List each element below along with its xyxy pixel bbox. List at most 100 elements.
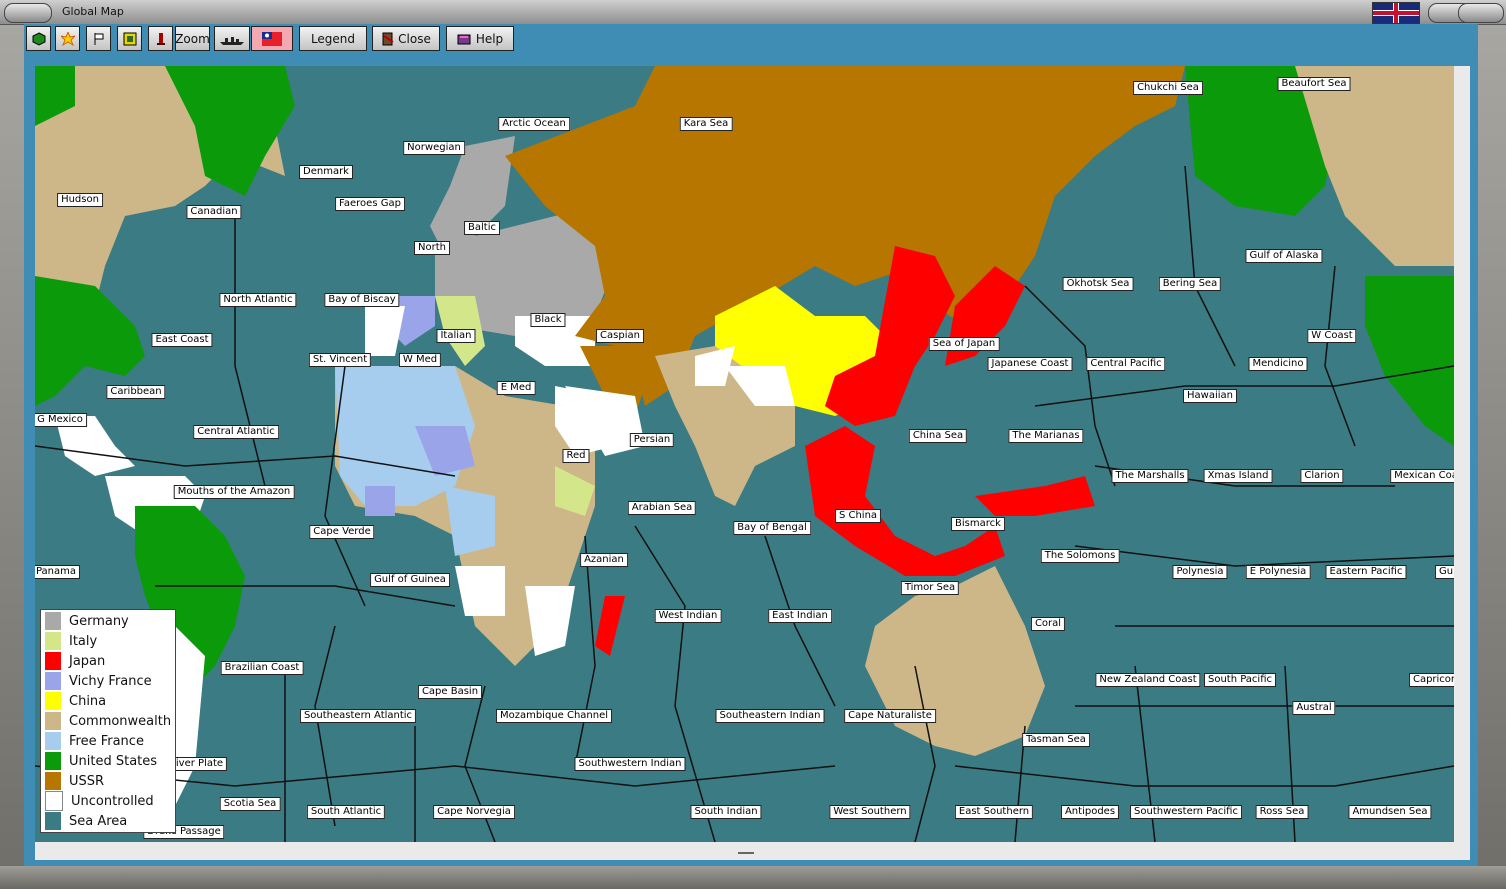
map-view-button[interactable] (117, 26, 142, 51)
sea-area-label[interactable]: The Marshalls (1111, 469, 1189, 483)
sea-area-label[interactable]: Cape Naturaliste (844, 709, 936, 723)
sea-area-label[interactable]: Gu (1434, 565, 1454, 579)
sea-area-label[interactable]: West Indian (654, 609, 722, 623)
sea-area-label[interactable]: Hawaiian (1183, 389, 1237, 403)
sea-area-label[interactable]: Mozambique Channel (495, 709, 613, 723)
sea-area-label[interactable]: Caribbean (106, 385, 166, 399)
sea-area-label[interactable]: Okhotsk Sea (1062, 277, 1134, 291)
sea-area-label[interactable]: Brazilian Coast (220, 661, 304, 675)
sea-area-label[interactable]: Hudson (57, 193, 103, 207)
sea-area-label[interactable]: Bay of Biscay (324, 293, 400, 307)
sea-area-label[interactable]: Cape Verde (309, 525, 375, 539)
sea-area-label[interactable]: Italian (436, 329, 476, 343)
sea-area-label[interactable]: Canadian (186, 205, 242, 219)
sea-area-label[interactable]: Ross Sea (1255, 805, 1309, 819)
legend-swatch (45, 632, 61, 650)
sea-area-label[interactable]: Panama (35, 565, 81, 579)
sea-area-label[interactable]: Bay of Bengal (733, 521, 811, 535)
legend-label: Italy (69, 633, 98, 649)
sea-area-label[interactable]: Mouths of the Amazon (173, 485, 295, 499)
sea-area-label[interactable]: St. Vincent (308, 353, 372, 367)
sea-area-label[interactable]: Cape Norvegia (433, 805, 515, 819)
sea-area-label[interactable]: Tasman Sea (1022, 733, 1090, 747)
legend-button[interactable]: Legend (299, 26, 367, 51)
sea-area-label[interactable]: Arctic Ocean (498, 117, 570, 131)
nation-flag-button[interactable] (251, 26, 293, 51)
sea-area-label[interactable]: Coral (1030, 617, 1066, 631)
sea-area-label[interactable]: S China (834, 509, 882, 523)
sea-area-label[interactable]: South Atlantic (306, 805, 386, 819)
sea-area-label[interactable]: Amundsen Sea (1348, 805, 1432, 819)
sea-area-label[interactable]: Central Pacific (1086, 357, 1166, 371)
sea-area-label[interactable]: Mexican Coa (1390, 469, 1454, 483)
sea-area-label[interactable]: Central Atlantic (193, 425, 279, 439)
sea-area-label[interactable]: Polynesia (1172, 565, 1228, 579)
sea-area-label[interactable]: The Solomons (1040, 549, 1120, 563)
sea-area-label[interactable]: China Sea (908, 429, 968, 443)
sea-area-label[interactable]: Arabian Sea (627, 501, 697, 515)
sea-area-label[interactable]: E Polynesia (1245, 565, 1311, 579)
sea-area-label[interactable]: East Coast (151, 333, 213, 347)
sea-area-label[interactable]: Sea of Japan (928, 337, 1000, 351)
sea-area-label[interactable]: Scotia Sea (219, 797, 281, 811)
sea-area-label[interactable]: Kara Sea (679, 117, 733, 131)
sea-area-label[interactable]: E Med (496, 381, 536, 395)
sea-area-label[interactable]: Southwestern Pacific (1130, 805, 1242, 819)
sea-area-label[interactable]: W Med (398, 353, 442, 367)
sea-area-label[interactable]: East Southern (954, 805, 1034, 819)
sea-area-label[interactable]: Eastern Pacific (1325, 565, 1407, 579)
sea-area-label[interactable]: G Mexico (35, 413, 87, 427)
sea-area-label[interactable]: East Indian (768, 609, 832, 623)
hex-button[interactable] (26, 26, 51, 51)
zoom-button[interactable]: Zoom (175, 26, 210, 51)
sea-area-label[interactable]: Caspian (596, 329, 644, 343)
sea-area-label[interactable]: Timor Sea (900, 581, 960, 595)
sea-area-label[interactable]: Austral (1292, 701, 1336, 715)
sea-area-label[interactable]: Southeastern Indian (715, 709, 825, 723)
sea-area-label[interactable]: Bering Sea (1158, 277, 1222, 291)
window-close-button[interactable] (1458, 3, 1504, 23)
sea-area-label[interactable]: Clarion (1300, 469, 1344, 483)
help-button[interactable]: Help (446, 26, 514, 51)
sea-area-label[interactable]: Baltic (464, 221, 500, 235)
sea-area-label[interactable]: Azanian (580, 553, 628, 567)
sea-area-label[interactable]: North Atlantic (219, 293, 297, 307)
sea-area-label[interactable]: Gulf of Guinea (370, 573, 450, 587)
sea-area-label[interactable]: Antipodes (1060, 805, 1120, 819)
sea-area-label[interactable]: Capricor (1408, 673, 1454, 687)
sea-area-label[interactable]: Beaufort Sea (1277, 77, 1351, 91)
sea-area-label[interactable]: Gulf of Alaska (1245, 249, 1323, 263)
sea-area-label[interactable]: Persian (629, 433, 675, 447)
fleet-button[interactable] (214, 26, 250, 51)
sea-area-label[interactable]: Mendicino (1248, 357, 1308, 371)
sea-area-label[interactable]: West Southern (829, 805, 911, 819)
flag-button[interactable] (86, 26, 111, 51)
sea-area-label[interactable]: Red (562, 449, 590, 463)
sea-area-label[interactable]: Bismarck (951, 517, 1005, 531)
vertical-scrollbar[interactable] (1454, 66, 1470, 842)
sea-area-label[interactable]: North (414, 241, 450, 255)
sea-area-label[interactable]: Black (530, 313, 566, 327)
close-button[interactable]: Close (372, 26, 440, 51)
sea-area-label[interactable]: W Coast (1307, 329, 1357, 343)
horizontal-scrollbar[interactable] (35, 842, 1470, 860)
sea-area-label[interactable]: South Indian (690, 805, 762, 819)
unit-button[interactable] (148, 26, 173, 51)
sea-area-label[interactable]: Japanese Coast (987, 357, 1073, 371)
explosion-button[interactable] (55, 26, 80, 51)
global-map[interactable]: Arctic Ocean Kara Sea Chukchi Sea Beaufo… (35, 66, 1454, 842)
sea-area-label[interactable]: South Pacific (1203, 673, 1277, 687)
sea-area-label[interactable]: The Marianas (1008, 429, 1084, 443)
sea-area-label[interactable]: Southwestern Indian (574, 757, 686, 771)
sea-area-label[interactable]: Southeastern Atlantic (299, 709, 417, 723)
bottom-frame (0, 866, 1506, 889)
resize-grip-icon[interactable] (738, 852, 754, 854)
sea-area-label[interactable]: Denmark (299, 165, 353, 179)
sea-area-label[interactable]: Cape Basin (417, 685, 483, 699)
sea-area-label[interactable]: Faeroes Gap (335, 197, 405, 211)
sea-area-label[interactable]: Chukchi Sea (1133, 81, 1203, 95)
sea-area-label[interactable]: Norwegian (403, 141, 465, 155)
sea-area-label[interactable]: Xmas Island (1203, 469, 1273, 483)
sea-area-label[interactable]: New Zealand Coast (1095, 673, 1201, 687)
window-menu-button[interactable] (4, 3, 52, 23)
